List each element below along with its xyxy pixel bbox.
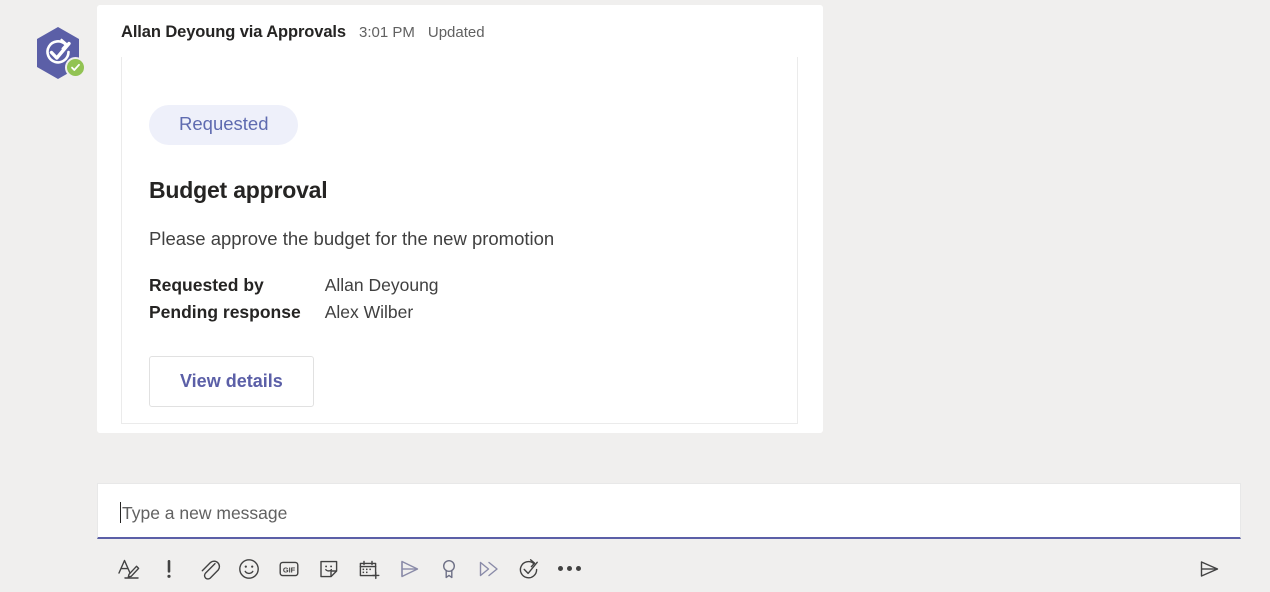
praise-icon <box>442 559 456 578</box>
message-input[interactable]: Type a new message <box>120 502 287 524</box>
stream-icon <box>401 560 419 577</box>
send-button[interactable] <box>1189 549 1229 589</box>
message-input-placeholder: Type a new message <box>122 503 288 523</box>
fact-label: Pending response <box>149 301 301 322</box>
schedule-meeting-button[interactable] <box>349 549 389 589</box>
fact-row: Requested by Allan Deyoung <box>149 272 439 299</box>
more-options-button[interactable] <box>549 549 589 589</box>
svg-text:GIF: GIF <box>283 565 296 574</box>
message-header: Allan Deyoung via Approvals 3:01 PM Upda… <box>121 23 485 42</box>
compose-box[interactable]: Type a new message <box>97 483 1241 539</box>
forms-icon <box>479 561 498 576</box>
card-title: Budget approval <box>149 176 328 203</box>
stream-button[interactable] <box>389 549 429 589</box>
emoji-button[interactable] <box>229 549 269 589</box>
message-timestamp: 3:01 PM <box>359 24 415 41</box>
important-button[interactable] <box>149 549 189 589</box>
toolbar-left-group: GIF <box>109 549 589 589</box>
attach-icon <box>201 559 221 580</box>
text-caret <box>120 502 121 523</box>
message-bubble: Allan Deyoung via Approvals 3:01 PM Upda… <box>97 5 823 433</box>
fact-row: Pending response Alex Wilber <box>149 299 439 326</box>
available-presence-icon <box>65 57 86 78</box>
compose-toolbar: GIF <box>97 545 1241 592</box>
giphy-button[interactable]: GIF <box>269 549 309 589</box>
approvals-icon <box>519 558 538 578</box>
attach-button[interactable] <box>189 549 229 589</box>
praise-button[interactable] <box>429 549 469 589</box>
fact-label: Requested by <box>149 274 264 295</box>
view-details-button[interactable]: View details <box>149 355 314 407</box>
send-icon <box>1200 560 1219 577</box>
sticker-button[interactable] <box>309 549 349 589</box>
message-status: Updated <box>427 24 485 41</box>
sticker-icon <box>320 560 338 577</box>
forms-button[interactable] <box>469 549 509 589</box>
emoji-icon <box>239 558 259 579</box>
format-icon <box>118 559 140 579</box>
card-fact-set: Requested by Allan Deyoung Pending respo… <box>149 272 770 326</box>
more-options-icon <box>557 566 581 571</box>
important-icon <box>167 559 171 578</box>
card-body: Requested Budget approval Please approve… <box>122 57 797 407</box>
approvals-button[interactable] <box>509 549 549 589</box>
status-badge: Requested <box>149 105 299 145</box>
card-description: Please approve the budget for the new pr… <box>149 227 555 249</box>
schedule-meeting-icon <box>359 560 380 579</box>
avatar[interactable] <box>34 24 86 82</box>
fact-value: Alex Wilber <box>324 301 414 322</box>
format-button[interactable] <box>109 549 149 589</box>
approval-adaptive-card: Requested Budget approval Please approve… <box>121 57 798 424</box>
sender-name[interactable]: Allan Deyoung via Approvals <box>121 23 346 42</box>
fact-value: Allan Deyoung <box>324 274 439 295</box>
gif-icon: GIF <box>279 561 299 576</box>
message-row: Allan Deyoung via Approvals 3:01 PM Upda… <box>0 0 1270 445</box>
